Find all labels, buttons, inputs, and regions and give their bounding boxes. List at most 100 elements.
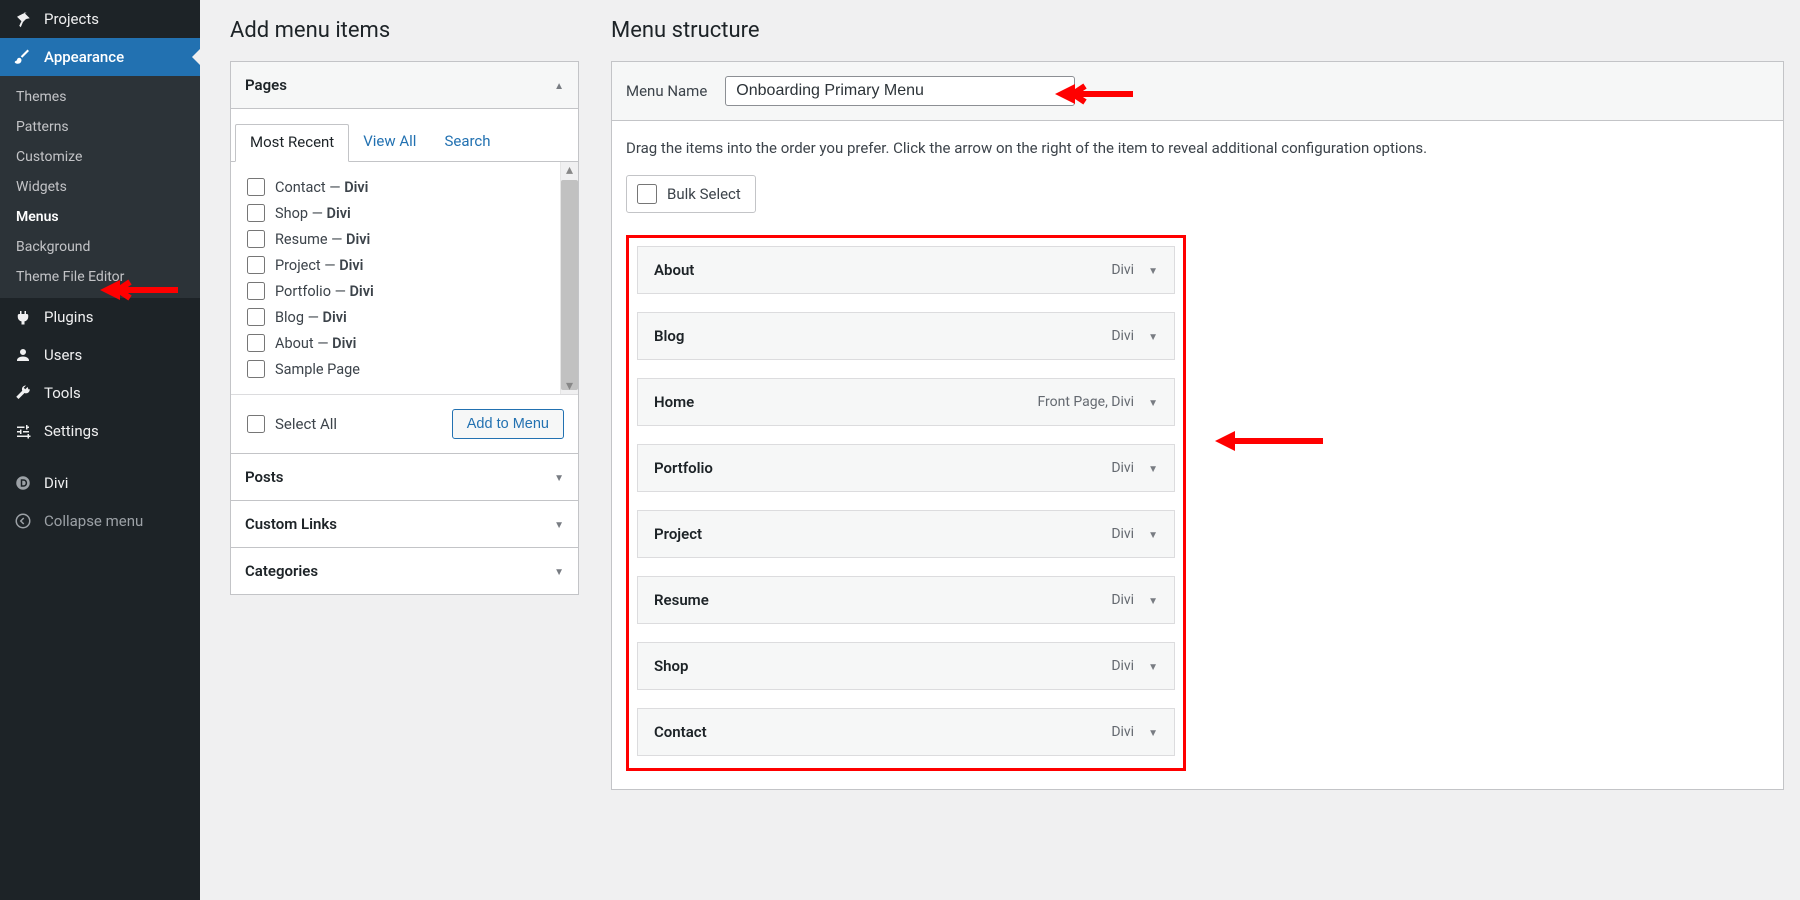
menu-item[interactable]: PortfolioDivi [637, 444, 1175, 492]
sidebar-item-users[interactable]: Users [0, 336, 200, 374]
caret-down-icon[interactable] [1148, 724, 1158, 740]
caret-down-icon[interactable] [1148, 394, 1158, 410]
caret-down-icon[interactable] [1148, 658, 1158, 674]
sidebar-sub-themes[interactable]: Themes [0, 82, 200, 112]
page-checkbox[interactable] [247, 256, 265, 274]
sidebar-item-tools[interactable]: Tools [0, 374, 200, 412]
menu-item-type: Front Page, Divi [1037, 394, 1134, 410]
sidebar-sub-background[interactable]: Background [0, 232, 200, 262]
sliders-icon [12, 422, 34, 440]
page-label: Resume — Divi [275, 231, 370, 248]
metabox-custom-links-header[interactable]: Custom Links [231, 501, 578, 547]
page-checkbox-row[interactable]: Blog — Divi [247, 304, 560, 330]
page-label: Portfolio — Divi [275, 283, 374, 300]
metabox-pages-header[interactable]: Pages [231, 62, 578, 109]
menu-item[interactable]: HomeFront Page, Divi [637, 378, 1175, 426]
page-checkbox[interactable] [247, 282, 265, 300]
page-checkbox-row[interactable]: About — Divi [247, 330, 560, 356]
scroll-thumb[interactable] [561, 180, 578, 390]
scroll-down-icon[interactable]: ▾ [561, 378, 578, 394]
menu-item-title: Shop [654, 657, 688, 675]
sidebar-item-projects[interactable]: Projects [0, 0, 200, 38]
menu-structure-heading: Menu structure [611, 0, 1784, 61]
menu-item-meta: Divi [1111, 262, 1158, 278]
sidebar-label: Tools [44, 384, 81, 402]
select-all-label: Select All [275, 415, 337, 433]
caret-down-icon[interactable] [1148, 460, 1158, 476]
sidebar-label: Collapse menu [44, 512, 143, 530]
page-checkbox-row[interactable]: Shop — Divi [247, 200, 560, 226]
caret-down-icon [554, 563, 564, 579]
page-checkbox[interactable] [247, 334, 265, 352]
page-checkbox-row[interactable]: Contact — Divi [247, 174, 560, 200]
brush-icon [12, 48, 34, 66]
menu-structure-column: Menu structure Menu Name Drag the items … [595, 0, 1800, 806]
select-all-checkbox[interactable]: Select All [247, 415, 337, 433]
select-all-input[interactable] [247, 415, 265, 433]
bulk-select-checkbox[interactable] [637, 184, 657, 204]
sidebar-label: Plugins [44, 308, 93, 326]
page-checkbox[interactable] [247, 308, 265, 326]
page-checkbox[interactable] [247, 178, 265, 196]
sidebar-sub-theme-file-editor[interactable]: Theme File Editor [0, 262, 200, 292]
bulk-select[interactable]: Bulk Select [626, 175, 756, 213]
main-content: Add menu items Pages Most Recent View Al… [200, 0, 1800, 900]
page-checkbox[interactable] [247, 204, 265, 222]
page-checkbox-row[interactable]: Portfolio — Divi [247, 278, 560, 304]
pin-icon [12, 10, 34, 28]
scrollbar[interactable]: ▴ ▾ [560, 162, 578, 394]
menu-item[interactable]: ProjectDivi [637, 510, 1175, 558]
page-checkbox[interactable] [247, 360, 265, 378]
menu-name-input[interactable] [725, 76, 1075, 106]
sidebar-item-settings[interactable]: Settings [0, 412, 200, 450]
sidebar-item-appearance[interactable]: Appearance [0, 38, 200, 76]
metabox-categories: Categories [230, 548, 579, 595]
sidebar-label: Appearance [44, 48, 124, 66]
menu-name-label: Menu Name [626, 82, 707, 100]
menu-item-type: Divi [1111, 262, 1134, 278]
add-to-menu-button[interactable]: Add to Menu [452, 409, 564, 439]
tab-most-recent[interactable]: Most Recent [235, 124, 349, 162]
caret-down-icon[interactable] [1148, 328, 1158, 344]
page-checkbox-row[interactable]: Sample Page [247, 356, 560, 382]
metabox-pages-actions: Select All Add to Menu [231, 394, 578, 453]
caret-down-icon[interactable] [1148, 592, 1158, 608]
metabox-custom-links: Custom Links [230, 501, 579, 548]
user-icon [12, 346, 34, 364]
sidebar-item-divi[interactable]: Divi [0, 464, 200, 502]
menu-item-title: Resume [654, 591, 709, 609]
menu-item-meta: Divi [1111, 724, 1158, 740]
sidebar-sub-customize[interactable]: Customize [0, 142, 200, 172]
page-checkbox-row[interactable]: Project — Divi [247, 252, 560, 278]
scroll-up-icon[interactable]: ▴ [561, 162, 578, 178]
tab-search[interactable]: Search [430, 124, 504, 162]
caret-down-icon[interactable] [1148, 526, 1158, 542]
menu-item[interactable]: ShopDivi [637, 642, 1175, 690]
metabox-posts-header[interactable]: Posts [231, 454, 578, 500]
page-checkbox[interactable] [247, 230, 265, 248]
sidebar-item-collapse[interactable]: Collapse menu [0, 502, 200, 540]
sidebar-sub-widgets[interactable]: Widgets [0, 172, 200, 202]
sidebar-item-plugins[interactable]: Plugins [0, 298, 200, 336]
sidebar-sub-appearance: Themes Patterns Customize Widgets Menus … [0, 76, 200, 298]
metabox-categories-header[interactable]: Categories [231, 548, 578, 594]
menu-item[interactable]: BlogDivi [637, 312, 1175, 360]
menu-item-title: Portfolio [654, 459, 713, 477]
menu-item[interactable]: ContactDivi [637, 708, 1175, 756]
menu-item-meta: Divi [1111, 328, 1158, 344]
tab-view-all[interactable]: View All [349, 124, 430, 162]
caret-down-icon [554, 469, 564, 485]
menu-item[interactable]: AboutDivi [637, 246, 1175, 294]
menu-item-meta: Front Page, Divi [1037, 394, 1158, 410]
sidebar-label: Users [44, 346, 82, 364]
plug-icon [12, 308, 34, 326]
caret-down-icon[interactable] [1148, 262, 1158, 278]
sidebar-sub-menus[interactable]: Menus [0, 202, 200, 232]
page-label: Sample Page [275, 361, 360, 378]
sidebar-sub-patterns[interactable]: Patterns [0, 112, 200, 142]
menu-item[interactable]: ResumeDivi [637, 576, 1175, 624]
page-label: Blog — Divi [275, 309, 347, 326]
pages-list: Contact — DiviShop — Divi Resume — Divi Pr… [231, 162, 560, 394]
page-checkbox-row[interactable]: Resume — Divi [247, 226, 560, 252]
admin-sidebar: Projects Appearance Themes Patterns Cust… [0, 0, 200, 900]
